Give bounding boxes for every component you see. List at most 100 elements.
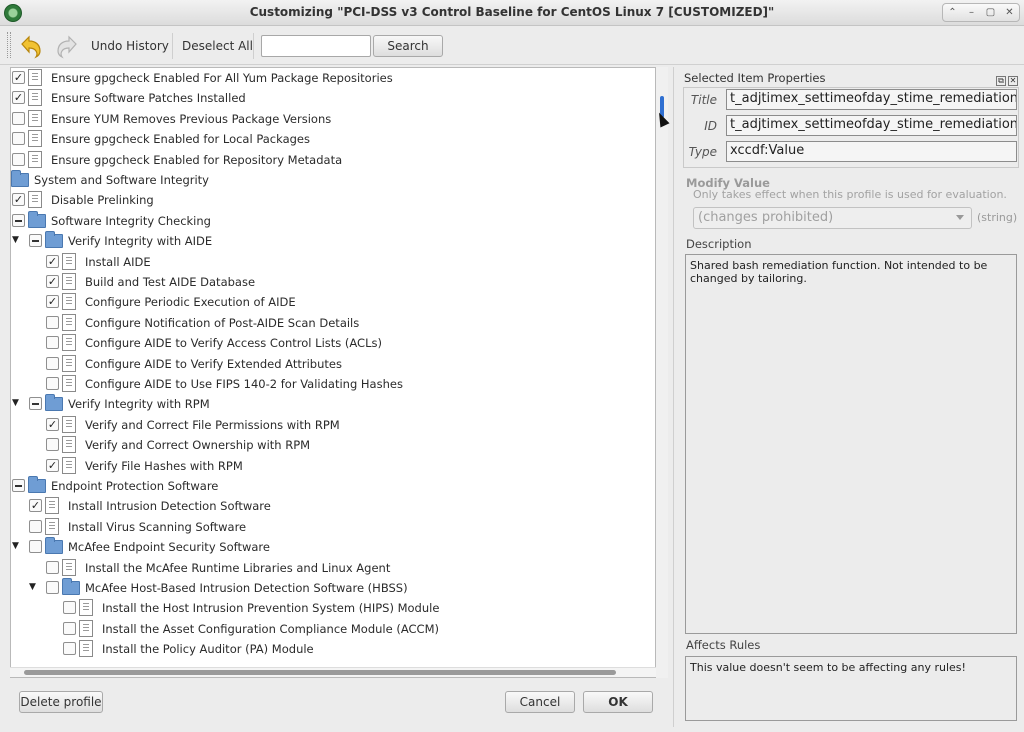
tree-group-row[interactable]: ▼System and Software Integrity: [11, 170, 655, 190]
title-field[interactable]: t_adjtimex_settimeofday_stime_remediatio…: [726, 89, 1017, 110]
rule-document-icon: [79, 599, 93, 617]
tree-checkbox[interactable]: ✓: [12, 91, 25, 105]
delete-profile-button[interactable]: Delete profile: [19, 691, 103, 713]
tree-checkbox[interactable]: ✓: [46, 275, 59, 288]
affects-rules-box[interactable]: This value doesn't seem to be affecting …: [685, 656, 1017, 721]
tree-rule-row[interactable]: ✓ Disable Prelinking: [11, 190, 655, 210]
tree-rule-row[interactable]: Verify and Correct Ownership with RPM: [11, 435, 655, 455]
minimize-icon[interactable]: –: [964, 7, 980, 18]
tree-rule-row[interactable]: Configure AIDE to Verify Access Control …: [11, 333, 655, 353]
tree-checkbox[interactable]: [63, 601, 76, 615]
toolbar-grip[interactable]: [7, 32, 11, 58]
tree-rule-row[interactable]: Configure Notification of Post-AIDE Scan…: [11, 313, 655, 333]
tree-checkbox[interactable]: ✓: [46, 254, 59, 268]
tree-rule-row[interactable]: Configure AIDE to Use FIPS 140-2 for Val…: [11, 374, 655, 394]
id-field[interactable]: t_adjtimex_settimeofday_stime_remediatio…: [726, 115, 1017, 136]
tree-checkbox[interactable]: [29, 519, 42, 533]
search-button[interactable]: Search: [373, 35, 443, 57]
ok-button[interactable]: OK: [583, 691, 653, 713]
tree-checkbox[interactable]: [46, 581, 59, 594]
tree-group-row[interactable]: ▼ McAfee Host-Based Intrusion Detection S…: [11, 578, 655, 598]
tree-rule-row[interactable]: Ensure gpgcheck Enabled for Local Packag…: [11, 129, 655, 149]
horizontal-scrollbar[interactable]: [10, 667, 656, 677]
tree-rule-row[interactable]: Install the Asset Configuration Complian…: [11, 619, 655, 639]
panel-splitter[interactable]: [673, 67, 674, 727]
maximize-icon[interactable]: ▢: [983, 7, 999, 18]
expand-arrow-icon[interactable]: ▼: [12, 541, 22, 551]
description-box[interactable]: Shared bash remediation function. Not in…: [685, 254, 1017, 634]
tree-checkbox[interactable]: [12, 479, 25, 492]
tree-checkbox[interactable]: [63, 621, 76, 635]
tree-rule-row[interactable]: ✓ Install AIDE: [11, 252, 655, 272]
title-label: Title: [690, 93, 717, 107]
tree-checkbox[interactable]: ✓: [29, 499, 42, 513]
tree-rule-row[interactable]: Install the Policy Auditor (PA) Module: [11, 639, 655, 659]
tree-rule-row[interactable]: ✓ Ensure gpgcheck Enabled For All Yum Pac…: [11, 68, 655, 88]
toolbar-separator: [253, 33, 254, 59]
tree-rule-row[interactable]: ✓ Verify and Correct File Permissions wit…: [11, 415, 655, 435]
tree-item-label: Endpoint Protection Software: [51, 479, 219, 493]
tree-group-row[interactable]: ▼ Verify Integrity with AIDE: [11, 231, 655, 251]
tree-checkbox[interactable]: [29, 234, 42, 248]
type-field[interactable]: xccdf:Value: [726, 141, 1017, 162]
toolbar-separator: [172, 33, 173, 59]
folder-icon: [11, 170, 29, 187]
expand-arrow-icon[interactable]: ▼: [29, 582, 39, 592]
tree-checkbox[interactable]: [12, 213, 25, 227]
tree-group-row[interactable]: ▼ Verify Integrity with RPM: [11, 394, 655, 414]
float-panel-icon[interactable]: ⧉: [996, 76, 1006, 86]
vertical-scrollbar[interactable]: [656, 67, 668, 678]
deselect-all-button[interactable]: Deselect All: [182, 39, 253, 53]
close-icon[interactable]: ✕: [1002, 7, 1018, 18]
tree-checkbox[interactable]: [46, 377, 59, 390]
tree-checkbox[interactable]: [46, 315, 59, 329]
tree-rule-row[interactable]: Ensure YUM Removes Previous Package Vers…: [11, 109, 655, 129]
tree-checkbox[interactable]: [12, 132, 25, 146]
cancel-button[interactable]: Cancel: [505, 691, 575, 713]
tree-rule-row[interactable]: Install the McAfee Runtime Libraries and…: [11, 558, 655, 578]
expand-arrow-icon[interactable]: ▼: [12, 235, 22, 245]
rule-document-icon: [45, 517, 59, 535]
folder-icon: [45, 394, 63, 412]
tree-checkbox[interactable]: [12, 152, 25, 166]
redo-icon[interactable]: [54, 32, 82, 60]
tree-checkbox[interactable]: [46, 336, 59, 350]
tree-checkbox[interactable]: [63, 642, 76, 656]
type-label: Type: [688, 145, 717, 159]
keep-above-icon[interactable]: ⌃: [945, 7, 961, 18]
rule-document-icon: [62, 436, 76, 454]
tree-rule-row[interactable]: Ensure gpgcheck Enabled for Repository M…: [11, 150, 655, 170]
horizontal-scrollbar-thumb[interactable]: [24, 670, 616, 675]
close-panel-icon[interactable]: ✕: [1008, 76, 1018, 86]
tree-rule-row[interactable]: Configure AIDE to Verify Extended Attrib…: [11, 354, 655, 374]
tree-checkbox[interactable]: ✓: [12, 193, 25, 207]
tree-checkbox[interactable]: [46, 438, 59, 452]
tree-checkbox[interactable]: ✓: [46, 417, 59, 431]
tree-rule-row[interactable]: Install Virus Scanning Software: [11, 517, 655, 537]
tree-rule-row[interactable]: ✓ Configure Periodic Execution of AIDE: [11, 292, 655, 312]
folder-icon: [62, 578, 80, 595]
expand-arrow-icon[interactable]: ▼: [12, 398, 22, 408]
tree-rule-row[interactable]: ✓ Ensure Software Patches Installed: [11, 88, 655, 108]
tree-group-row[interactable]: ▼ McAfee Endpoint Security Software: [11, 537, 655, 557]
tree-rule-row[interactable]: Install the Host Intrusion Prevention Sy…: [11, 598, 655, 618]
undo-history-button[interactable]: Undo History: [91, 39, 169, 53]
tree-group-row[interactable]: ▼Endpoint Protection Software: [11, 476, 655, 496]
tree-checkbox[interactable]: [29, 540, 42, 554]
tree-rule-row[interactable]: ✓ Install Intrusion Detection Software: [11, 496, 655, 516]
tree-checkbox[interactable]: ✓: [46, 295, 59, 309]
rule-tree[interactable]: ✓ Ensure gpgcheck Enabled For All Yum Pac…: [10, 67, 656, 678]
tree-checkbox[interactable]: ✓: [12, 71, 25, 84]
tree-checkbox[interactable]: ✓: [46, 458, 59, 472]
tree-rule-row[interactable]: ✓ Build and Test AIDE Database: [11, 272, 655, 292]
folder-icon: [28, 476, 46, 493]
tree-item-label: Verify and Correct Ownership with RPM: [85, 438, 311, 453]
search-input[interactable]: [261, 35, 371, 57]
tree-checkbox[interactable]: [46, 356, 59, 370]
tree-checkbox[interactable]: [12, 111, 25, 125]
undo-icon[interactable]: [16, 32, 44, 60]
tree-checkbox[interactable]: [46, 560, 59, 574]
tree-rule-row[interactable]: ✓ Verify File Hashes with RPM: [11, 456, 655, 476]
tree-checkbox[interactable]: [29, 397, 42, 411]
tree-group-row[interactable]: ▼Software Integrity Checking: [11, 210, 655, 231]
